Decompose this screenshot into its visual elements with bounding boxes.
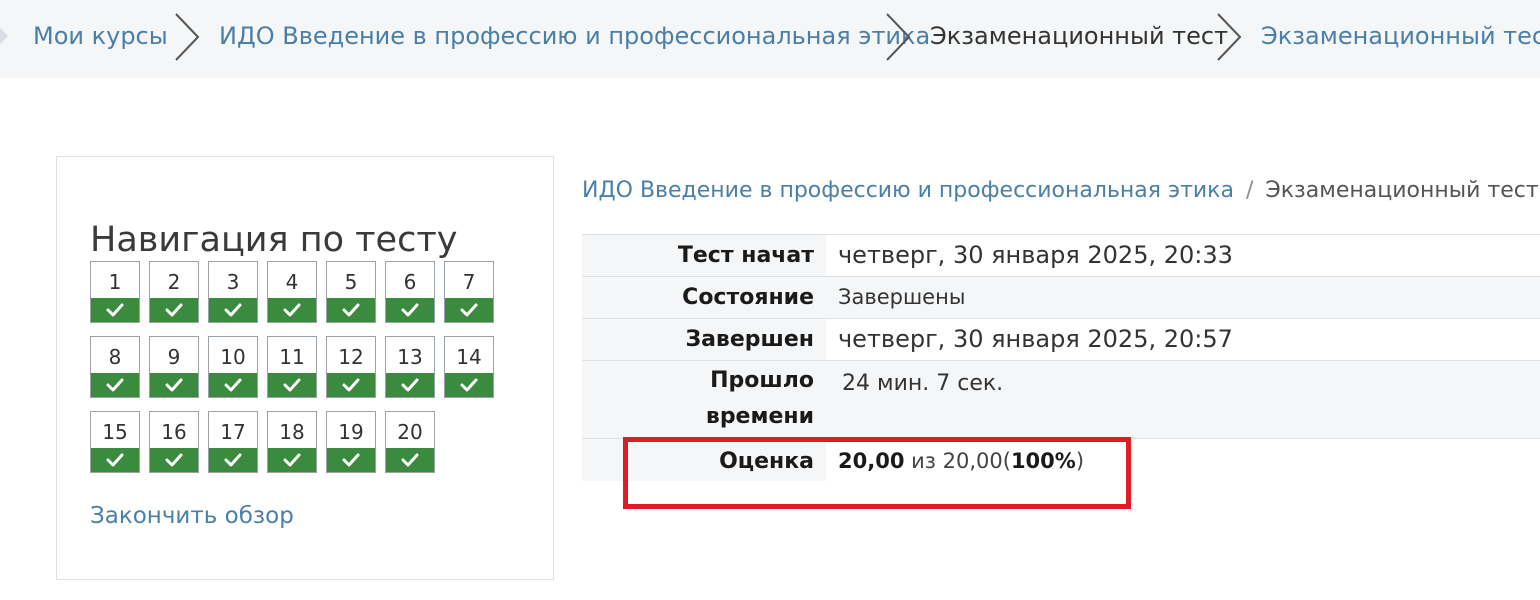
question-button-16[interactable]: 16 — [149, 411, 199, 473]
summary-row-time-taken: Прошло времени 24 мин. 7 сек. — [582, 360, 1540, 439]
question-number: 9 — [167, 345, 181, 369]
question-number: 17 — [220, 420, 246, 444]
breadcrumb-my-courses[interactable]: Мои курсы — [33, 22, 168, 50]
question-number: 12 — [338, 345, 364, 369]
breadcrumb-exam[interactable]: Экзаменационный тест — [1261, 22, 1540, 50]
question-button-18[interactable]: 18 — [267, 411, 317, 473]
checkmark-icon — [209, 448, 257, 472]
checkmark-icon — [445, 298, 493, 322]
checkmark-icon — [150, 373, 198, 397]
chevron-right-icon — [175, 13, 200, 61]
page-path-current: Экзаменационный тест — [1265, 178, 1539, 203]
question-number: 4 — [285, 270, 299, 294]
breadcrumb-edge — [0, 28, 8, 44]
checkmark-icon — [327, 373, 375, 397]
summary-label: Прошло времени — [582, 361, 826, 439]
question-number: 1 — [108, 270, 122, 294]
checkmark-icon — [150, 298, 198, 322]
checkmark-icon — [91, 373, 139, 397]
breadcrumb-exam-current: Экзаменационный тест — [930, 22, 1229, 50]
quiz-navigation-title: Навигация по тесту — [90, 220, 458, 261]
checkmark-icon — [268, 373, 316, 397]
question-button-12[interactable]: 12 — [326, 336, 376, 398]
grade-highlight-box — [623, 437, 1131, 509]
checkmark-icon — [445, 373, 493, 397]
finish-review-link[interactable]: Закончить обзор — [90, 503, 294, 529]
question-number: 19 — [338, 420, 364, 444]
summary-value: 24 мин. 7 сек. — [842, 371, 1004, 396]
chevron-right-icon — [1217, 13, 1242, 61]
checkmark-icon — [386, 298, 434, 322]
page-path: ИДО Введение в профессию и профессиональ… — [582, 178, 1539, 203]
question-button-5[interactable]: 5 — [326, 261, 376, 323]
question-button-13[interactable]: 13 — [385, 336, 435, 398]
checkmark-icon — [268, 448, 316, 472]
question-number: 5 — [344, 270, 358, 294]
question-button-10[interactable]: 10 — [208, 336, 258, 398]
chevron-right-icon — [886, 13, 911, 61]
question-number: 16 — [161, 420, 187, 444]
summary-row-state: Состояние Завершены — [582, 276, 1540, 319]
breadcrumb: Мои курсы ИДО Введение в профессию и про… — [0, 0, 1540, 78]
summary-label: Состояние — [582, 277, 826, 319]
checkmark-icon — [150, 448, 198, 472]
checkmark-icon — [386, 373, 434, 397]
question-number: 14 — [456, 345, 482, 369]
checkmark-icon — [209, 298, 257, 322]
question-number: 20 — [397, 420, 423, 444]
summary-label: Тест начат — [582, 235, 826, 277]
question-button-2[interactable]: 2 — [149, 261, 199, 323]
question-button-8[interactable]: 8 — [90, 336, 140, 398]
summary-row-started: Тест начат четверг, 30 января 2025, 20:3… — [582, 234, 1540, 277]
question-button-6[interactable]: 6 — [385, 261, 435, 323]
question-button-15[interactable]: 15 — [90, 411, 140, 473]
summary-row-completed: Завершен четверг, 30 января 2025, 20:57 — [582, 318, 1540, 361]
question-button-4[interactable]: 4 — [267, 261, 317, 323]
question-number: 8 — [108, 345, 122, 369]
summary-label: Завершен — [582, 319, 826, 361]
checkmark-icon — [327, 298, 375, 322]
question-number: 10 — [220, 345, 246, 369]
question-button-17[interactable]: 17 — [208, 411, 258, 473]
question-number: 6 — [403, 270, 417, 294]
page-path-divider: / — [1245, 178, 1254, 203]
page-path-course-link[interactable]: ИДО Введение в профессию и профессиональ… — [582, 178, 1234, 203]
question-number: 2 — [167, 270, 181, 294]
question-button-1[interactable]: 1 — [90, 261, 140, 323]
summary-value: Завершены — [838, 285, 966, 309]
checkmark-icon — [91, 298, 139, 322]
question-button-20[interactable]: 20 — [385, 411, 435, 473]
question-number: 18 — [279, 420, 305, 444]
question-button-11[interactable]: 11 — [267, 336, 317, 398]
checkmark-icon — [386, 448, 434, 472]
checkmark-icon — [209, 373, 257, 397]
checkmark-icon — [91, 448, 139, 472]
quiz-navigation-block: Навигация по тесту 1 2 3 4 5 6 7 8 9 10 11 12 13 14 15… — [56, 156, 554, 580]
summary-value: четверг, 30 января 2025, 20:57 — [838, 325, 1233, 353]
question-number: 11 — [279, 345, 305, 369]
question-button-7[interactable]: 7 — [444, 261, 494, 323]
question-number: 15 — [102, 420, 128, 444]
question-number: 3 — [226, 270, 240, 294]
question-button-19[interactable]: 19 — [326, 411, 376, 473]
question-button-14[interactable]: 14 — [444, 336, 494, 398]
breadcrumb-course[interactable]: ИДО Введение в профессию и профессиональ… — [219, 22, 930, 50]
checkmark-icon — [268, 298, 316, 322]
summary-value: четверг, 30 января 2025, 20:33 — [838, 241, 1233, 269]
question-button-3[interactable]: 3 — [208, 261, 258, 323]
checkmark-icon — [327, 448, 375, 472]
question-button-9[interactable]: 9 — [149, 336, 199, 398]
question-number: 7 — [462, 270, 476, 294]
question-number: 13 — [397, 345, 423, 369]
